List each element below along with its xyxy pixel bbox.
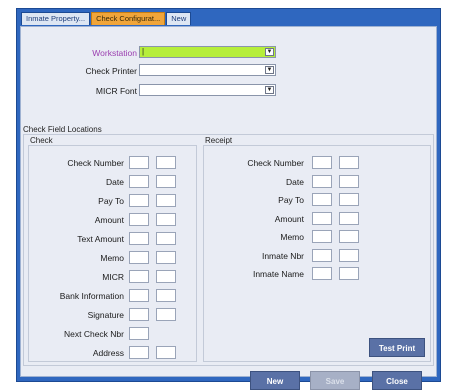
check-row-label: Next Check Nbr [64, 329, 124, 339]
row-position-x-field[interactable] [129, 327, 149, 340]
row-position-x-field[interactable] [129, 232, 149, 245]
check-row-label: Check Number [67, 158, 124, 168]
row-position-x-field[interactable] [129, 251, 149, 264]
row-position-y-field[interactable] [156, 251, 176, 264]
check-row-label: Pay To [98, 196, 124, 206]
row-position-x-field[interactable] [312, 211, 332, 225]
window-frame: Inmate Property... Check Configurat... N… [16, 8, 441, 390]
row-position-y-field[interactable] [339, 211, 359, 225]
workstation-value: | [142, 47, 145, 56]
check-row-label: Signature [87, 310, 124, 320]
row-position-y-field[interactable] [339, 156, 359, 169]
row-position-y-field[interactable] [339, 248, 359, 262]
save-button[interactable]: Save [310, 371, 360, 390]
row-position-y-field[interactable] [156, 232, 176, 245]
workstation-select[interactable]: | ▼ [139, 46, 276, 58]
tab-check-configuration[interactable]: Check Configurat... [91, 12, 166, 25]
receipt-row-label: Memo [280, 232, 304, 242]
close-button[interactable]: Close [372, 371, 422, 390]
row-position-x-field[interactable] [129, 194, 149, 207]
test-print-button[interactable]: Test Print [369, 338, 425, 357]
row-position-y-field[interactable] [339, 267, 359, 280]
receipt-row-label: Amount [274, 213, 304, 224]
row-position-y-field[interactable] [156, 289, 176, 302]
check-printer-select[interactable]: ▼ [139, 64, 276, 76]
row-position-y-field[interactable] [156, 270, 176, 283]
check-row-label: MICR [102, 272, 124, 282]
field-locations-title: Check Field Locations [23, 125, 102, 134]
tab-inmate-property[interactable]: Inmate Property... [21, 12, 91, 25]
check-configuration-panel: Workstation | ▼ Check Printer ▼ MICR Fon… [20, 26, 437, 390]
row-position-x-field[interactable] [129, 213, 149, 226]
row-position-x-field[interactable] [129, 346, 149, 359]
check-printer-label: Check Printer [85, 66, 138, 76]
row-position-y-field[interactable] [339, 193, 359, 206]
row-position-y-field[interactable] [156, 194, 176, 207]
workstation-label: Workstation [92, 48, 137, 58]
receipt-section: Check Number Date Pay To Amount Memo Inmate N… [203, 145, 431, 362]
receipt-section-title: Receipt [205, 136, 233, 145]
receipt-row-label: Pay To [278, 195, 304, 205]
check-row-label: Bank Information [59, 291, 124, 301]
row-position-x-field[interactable] [312, 156, 332, 169]
check-section-title: Check [30, 136, 53, 145]
field-locations-group: Check Check Number Date Pay To Amount Text A… [23, 134, 434, 366]
micr-font-select[interactable]: ▼ [139, 84, 276, 96]
row-position-x-field[interactable] [312, 230, 332, 243]
row-position-x-field[interactable] [129, 156, 149, 169]
row-position-y-field[interactable] [339, 174, 359, 188]
row-position-x-field[interactable] [312, 267, 332, 280]
check-row-label: Address [92, 348, 124, 358]
row-position-x-field[interactable] [129, 289, 149, 302]
chevron-down-icon[interactable]: ▼ [265, 48, 274, 56]
row-position-x-field[interactable] [312, 174, 332, 188]
receipt-row-label: Inmate Nbr [261, 250, 304, 261]
receipt-row-label: Date [286, 176, 304, 187]
row-position-x-field[interactable] [312, 193, 332, 206]
row-position-y-field[interactable] [156, 175, 176, 188]
row-position-y-field[interactable] [156, 213, 176, 226]
row-position-x-field[interactable] [129, 270, 149, 283]
tab-bar: Inmate Property... Check Configurat... N… [21, 12, 192, 26]
check-row-label: Date [106, 177, 124, 187]
receipt-row-label: Inmate Name [252, 269, 304, 279]
row-position-y-field[interactable] [339, 230, 359, 243]
check-row-label: Memo [100, 253, 124, 263]
row-position-x-field[interactable] [129, 175, 149, 188]
micr-font-label: MICR Font [95, 86, 137, 96]
row-position-x-field[interactable] [312, 248, 332, 262]
check-row-label: Text Amount [77, 234, 124, 244]
row-position-y-field[interactable] [156, 346, 176, 359]
check-section: Check Number Date Pay To Amount Text Amount M… [28, 145, 197, 362]
chevron-down-icon[interactable]: ▼ [265, 66, 274, 74]
row-position-y-field[interactable] [156, 156, 176, 169]
row-position-y-field[interactable] [156, 308, 176, 321]
check-row-label: Amount [94, 215, 124, 225]
chevron-down-icon[interactable]: ▼ [265, 86, 274, 94]
row-position-x-field[interactable] [129, 308, 149, 321]
receipt-row-label: Check Number [247, 158, 304, 168]
new-button[interactable]: New [250, 371, 300, 390]
tab-new[interactable]: New [166, 12, 192, 25]
